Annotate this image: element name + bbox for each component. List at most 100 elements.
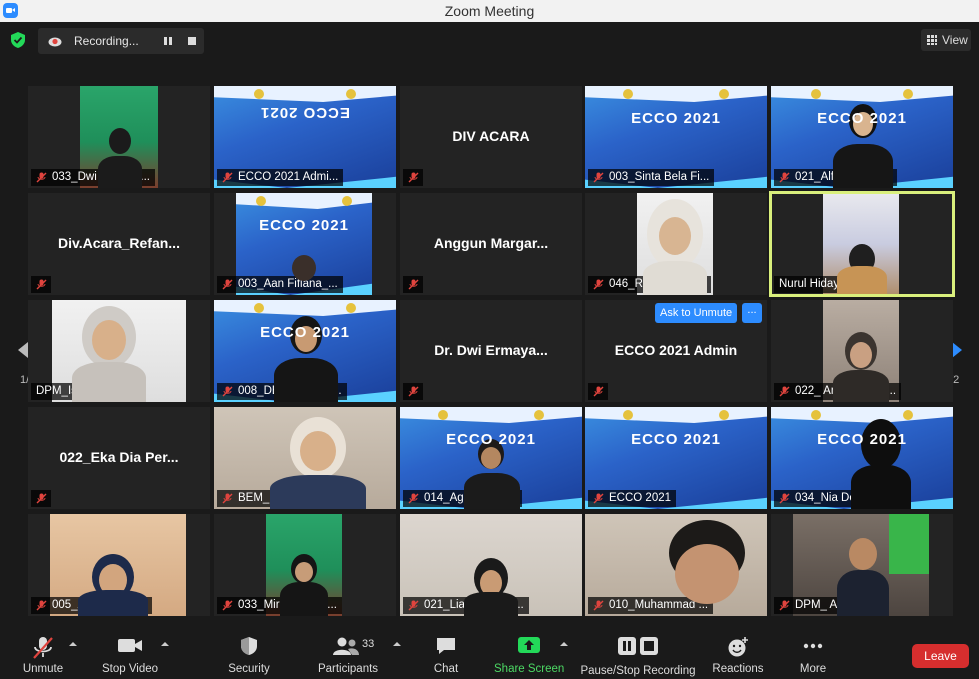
participant-name: 003_Sinta Bela Fi... (588, 169, 715, 186)
participant-tile[interactable]: 010_Muhammad ... (585, 514, 767, 616)
muted-mic-icon (408, 600, 419, 611)
slide-title: ECCO 2021 (446, 431, 536, 448)
participant-display-name: 022_Eka Dia Per... (59, 449, 179, 465)
participant-name (31, 276, 51, 293)
participant-tile[interactable]: 022_Eka Dia Per... (28, 407, 210, 509)
slide-title: ECCO 2021 (631, 431, 721, 448)
cloud-recording-icon (48, 37, 62, 47)
muted-mic-icon (408, 493, 419, 504)
chat-bubble-icon (437, 638, 455, 654)
participant-tile-active-speaker[interactable]: Nurul Hidayati (769, 191, 955, 297)
pause-recording-icon[interactable] (163, 36, 173, 46)
encryption-shield-icon[interactable] (11, 32, 25, 48)
slide-title: ECCO 2021 (260, 104, 350, 121)
unmute-label: Unmute (22, 663, 64, 675)
muted-mic-icon (408, 172, 419, 183)
muted-mic-icon (779, 386, 790, 397)
participant-tile[interactable]: 046_Roro Mira R... (585, 193, 767, 295)
muted-mic-icon (593, 279, 604, 290)
slide-title: ECCO 2021 (631, 110, 721, 127)
participant-tile[interactable]: 022_ Ananda Gila... (771, 300, 953, 402)
gallery-grid: 033_Dwi Sri Wah... ECCO 2021 ECCO 2021 A… (28, 86, 955, 616)
muted-mic-icon (222, 172, 233, 183)
participant-name (588, 383, 608, 400)
audio-options-chevron-up-icon[interactable] (69, 642, 77, 646)
video-feed (823, 300, 899, 402)
video-camera-icon (118, 639, 142, 652)
view-label: View (942, 33, 968, 47)
more-label: More (799, 663, 827, 675)
participant-tile[interactable]: 021_Lia Ujung Tri... (400, 514, 582, 616)
participant-tile[interactable]: ECCO 2021 ECCO 2021 Admi... (214, 86, 396, 188)
more-button[interactable]: More (792, 627, 834, 679)
participant-tile[interactable]: ECCO 2021 003_Sinta Bela Fi... (585, 86, 767, 188)
muted-mic-icon (36, 600, 47, 611)
muted-mic-icon (593, 493, 604, 504)
microphone-muted-icon (33, 637, 53, 659)
muted-mic-icon (408, 386, 419, 397)
unmute-button[interactable]: Unmute (14, 627, 72, 679)
slide-title: ECCO 2021 (817, 110, 907, 127)
participant-tile[interactable]: ECCO 2021 003_Aan Fifiana_... (214, 193, 396, 295)
participant-tile[interactable]: Anggun Margar... (400, 193, 582, 295)
participant-name (403, 383, 423, 400)
share-options-chevron-up-icon[interactable] (560, 642, 568, 646)
participant-tile[interactable]: ECCO 2021 008_DEVI NUR FI... (214, 300, 396, 402)
participant-tile[interactable]: ECCO 2021 ECCO 2021 (585, 407, 767, 509)
stop-video-button[interactable]: Stop Video (98, 627, 162, 679)
participant-display-name: Dr. Dwi Ermaya... (434, 342, 548, 358)
participant-tile[interactable]: DPM_Isna Khutwi... (28, 300, 210, 402)
recording-label: Recording... (74, 34, 139, 48)
muted-mic-icon (36, 493, 47, 504)
gallery-grid-icon (927, 35, 937, 45)
participant-tile[interactable]: Dr. Dwi Ermaya... (400, 300, 582, 402)
view-button[interactable]: View (921, 29, 971, 51)
slide-title: ECCO 2021 (259, 217, 349, 234)
participant-tile[interactable]: ECCO 2021 034_Nia Dewi Ku... (771, 407, 953, 509)
security-label: Security (228, 663, 270, 675)
chat-button[interactable]: Chat (424, 627, 468, 679)
video-feed (52, 300, 186, 402)
window-titlebar: Zoom Meeting (0, 0, 979, 22)
participant-tile[interactable]: ECCO 2021 014_Agung Mint... (400, 407, 582, 509)
share-screen-label: Share Screen (494, 663, 565, 675)
stop-recording-icon[interactable] (188, 37, 196, 45)
reactions-button[interactable]: Reactions (710, 627, 766, 679)
participant-tile[interactable]: 005_Adis Aditya ... (28, 514, 210, 616)
pause-stop-recording-button[interactable]: Pause/Stop Recording (580, 627, 696, 679)
share-screen-button[interactable]: Share Screen (494, 627, 564, 679)
slide-title: ECCO 2021 (817, 431, 907, 448)
participant-tile[interactable]: DPM_ Arjun (771, 514, 953, 616)
participants-count: 33 (362, 638, 375, 650)
muted-mic-icon (408, 279, 419, 290)
participants-button[interactable]: Participants (312, 627, 384, 679)
pause-stop-recording-icon (618, 637, 658, 655)
muted-mic-icon (222, 386, 233, 397)
muted-mic-icon (779, 600, 790, 611)
muted-mic-icon (36, 279, 47, 290)
muted-mic-icon (222, 493, 233, 504)
participants-icon (333, 637, 359, 655)
participant-tile[interactable]: ECCO 2021 021_Alfina Nur R... (771, 86, 953, 188)
participant-display-name: Div.Acara_Refan... (58, 235, 180, 251)
participant-more-options-button[interactable]: ... (742, 303, 762, 323)
chat-label: Chat (433, 663, 459, 675)
participant-tile[interactable]: 033_Dwi Sri Wah... (28, 86, 210, 188)
ask-to-unmute-button[interactable]: Ask to Unmute (655, 303, 738, 323)
muted-mic-icon (779, 493, 790, 504)
participant-name: ECCO 2021 (588, 490, 677, 507)
stop-video-label: Stop Video (101, 663, 159, 675)
leave-meeting-button[interactable]: Leave (912, 644, 969, 668)
muted-mic-icon (593, 172, 604, 183)
window-title: Zoom Meeting (444, 3, 535, 19)
security-button[interactable]: Security (222, 627, 276, 679)
participant-tile[interactable]: Div.Acara_Refan... (28, 193, 210, 295)
recording-indicator: Recording... (38, 28, 204, 54)
participants-options-chevron-up-icon[interactable] (393, 642, 401, 646)
participant-tile[interactable]: 033_Miranda Ayu... (214, 514, 396, 616)
participant-tile[interactable]: BEM_Rosi Dwi P (214, 407, 396, 509)
pause-stop-recording-label: Pause/Stop Recording (580, 665, 696, 677)
video-options-chevron-up-icon[interactable] (161, 642, 169, 646)
participant-tile[interactable]: DIV ACARA (400, 86, 582, 188)
participant-name: 003_Aan Fifiana_... (217, 276, 343, 293)
